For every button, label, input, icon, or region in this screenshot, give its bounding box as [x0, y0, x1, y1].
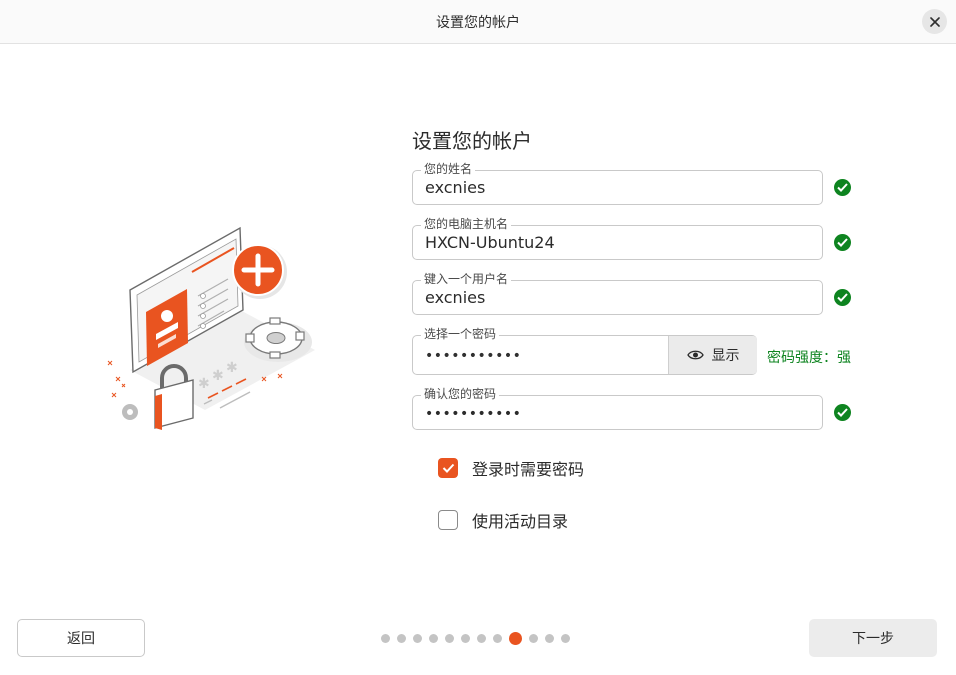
page-dot	[381, 633, 390, 643]
show-password-button[interactable]: 显示	[668, 336, 757, 374]
valid-check-icon	[834, 179, 851, 196]
full-name-value[interactable]: excnies	[425, 178, 485, 197]
checkmark-icon	[442, 463, 454, 473]
page-dot	[529, 633, 538, 643]
active-directory-label: 使用活动目录	[472, 512, 569, 531]
confirm-password-label: 确认您的密码	[421, 387, 500, 401]
hostname-label: 您的电脑主机名	[421, 217, 512, 231]
valid-check-icon	[834, 289, 851, 306]
valid-check-icon	[834, 404, 851, 421]
next-button[interactable]: 下一步	[809, 619, 937, 657]
active-directory-option[interactable]: 使用活动目录	[438, 508, 568, 532]
page-dot	[445, 633, 454, 643]
password-value[interactable]: •••••••••••	[425, 349, 521, 363]
svg-text:✱: ✱	[198, 376, 210, 392]
password-strength: 密码强度：强	[767, 350, 851, 366]
confirm-password-field[interactable]: 确认您的密码 •••••••••••	[412, 387, 823, 430]
full-name-label: 您的姓名	[421, 162, 476, 176]
page-dot	[477, 633, 486, 643]
svg-text:✱: ✱	[212, 368, 224, 384]
username-label: 键入一个用户名	[421, 272, 512, 286]
title-bar: 设置您的帐户	[0, 0, 956, 44]
require-password-option[interactable]: 登录时需要密码	[438, 456, 584, 480]
password-field[interactable]: 选择一个密码 ••••••••••• 显示	[412, 327, 757, 375]
close-button[interactable]	[922, 9, 947, 34]
page-dot	[461, 633, 470, 643]
page-dot	[413, 633, 422, 643]
form-heading: 设置您的帐户	[412, 129, 532, 153]
account-setup-illustration: ✱ ✱ ✱	[107, 226, 315, 430]
page-indicator	[381, 631, 570, 645]
page-dot	[561, 633, 570, 643]
full-name-field[interactable]: 您的姓名 excnies	[412, 162, 823, 205]
confirm-password-value[interactable]: •••••••••••	[425, 407, 521, 421]
page-dot-current	[509, 631, 522, 645]
page-dot	[493, 633, 502, 643]
eye-icon	[686, 350, 704, 360]
require-password-checkbox[interactable]	[438, 458, 458, 478]
show-password-label: 显示	[711, 348, 740, 364]
back-button[interactable]: 返回	[17, 619, 145, 657]
window-title: 设置您的帐户	[436, 15, 520, 31]
hostname-value[interactable]: HXCN-Ubuntu24	[425, 233, 555, 252]
page-dot	[429, 633, 438, 643]
require-password-label: 登录时需要密码	[472, 460, 585, 479]
username-field[interactable]: 键入一个用户名 excnies	[412, 272, 823, 315]
valid-check-icon	[834, 234, 851, 251]
password-label: 选择一个密码	[421, 327, 500, 341]
close-icon	[929, 16, 940, 27]
hostname-field[interactable]: 您的电脑主机名 HXCN-Ubuntu24	[412, 217, 823, 260]
active-directory-checkbox[interactable]	[438, 510, 458, 530]
page-dot	[397, 633, 406, 643]
username-value[interactable]: excnies	[425, 288, 485, 307]
svg-text:✱: ✱	[226, 360, 238, 376]
page-dot	[545, 633, 554, 643]
